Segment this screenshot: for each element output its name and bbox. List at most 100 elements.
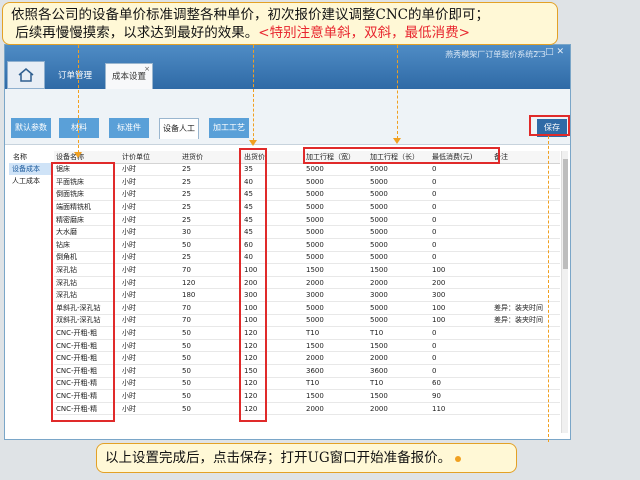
table-cell[interactable]: 5000 [368,225,430,240]
table-cell[interactable]: 5000 [368,188,430,202]
col-header-unit[interactable]: 计价单位 [120,151,180,164]
table-cell[interactable]: 50 [180,326,242,340]
table-cell[interactable]: 0 [430,163,492,177]
table-cell[interactable]: 0 [430,364,492,378]
close-tab-icon[interactable]: × [144,56,150,82]
table-row[interactable]: CNC-开粗-精 小时 50 120 T10 T10 60 [54,377,560,391]
table-row[interactable]: CNC-开粗-粗 小时 50 120 T10 T10 0 [54,326,560,340]
table-cell[interactable]: 50 [180,402,242,416]
table-cell[interactable]: 3000 [304,288,368,303]
table-cell[interactable]: 小时 [120,326,180,340]
table-cell[interactable]: 100 [430,314,492,328]
table-cell[interactable]: 25 [180,200,242,214]
table-row[interactable]: CNC-开粗-粗 小时 50 120 2000 2000 0 [54,351,560,365]
table-row[interactable]: CNC-开粗-精 小时 50 120 2000 2000 110 [54,402,560,416]
table-cell[interactable]: 5000 [368,314,430,328]
table-cell[interactable]: 300 [430,288,492,303]
table-cell[interactable]: 25 [180,213,242,227]
table-cell[interactable]: 200 [430,276,492,290]
table-cell[interactable] [492,377,560,391]
table-cell[interactable]: 1500 [368,263,430,277]
table-cell[interactable]: T10 [368,326,430,340]
table-cell[interactable] [492,188,560,202]
table-cell[interactable]: 120 [180,276,242,290]
table-cell[interactable]: 1500 [368,389,430,403]
table-row[interactable]: 深孔钻 小时 180 300 3000 3000 300 [54,288,560,303]
table-cell[interactable] [492,238,560,252]
table-cell[interactable]: 5000 [304,238,368,252]
table-cell[interactable] [492,263,560,277]
table-row[interactable]: 精密磨床 小时 25 45 5000 5000 0 [54,213,560,227]
table-cell[interactable]: 50 [180,351,242,365]
table-cell[interactable] [492,225,560,240]
table-row[interactable]: 双斜孔-深孔钻 小时 70 100 5000 5000 100 差异：装夹时间 [54,314,560,328]
table-cell[interactable]: 小时 [120,225,180,240]
table-cell[interactable]: 180 [180,288,242,303]
table-cell[interactable]: 60 [430,377,492,391]
table-cell[interactable]: 小时 [120,389,180,403]
table-cell[interactable]: 5000 [368,251,430,265]
table-cell[interactable] [492,276,560,290]
table-row[interactable]: CNC-开粗-粗 小时 50 150 3600 3600 0 [54,364,560,378]
table-cell[interactable]: 0 [430,251,492,265]
table-cell[interactable]: 5000 [368,175,430,189]
table-cell[interactable]: 70 [180,263,242,277]
table-cell[interactable]: 小时 [120,251,180,265]
table-cell[interactable]: 小时 [120,314,180,328]
table-cell[interactable]: 2000 [368,402,430,416]
table-cell[interactable]: 50 [180,377,242,391]
table-cell[interactable]: 50 [180,238,242,252]
table-cell[interactable]: 2000 [368,351,430,365]
tab-materials[interactable]: 材料 [59,118,99,138]
table-row[interactable]: 锯床 小时 25 35 5000 5000 0 [54,163,560,177]
scrollbar-thumb[interactable] [563,159,568,269]
table-cell[interactable]: 小时 [120,175,180,189]
table-cell[interactable]: 5000 [368,163,430,177]
table-row[interactable]: 倒面铣床 小时 25 45 5000 5000 0 [54,188,560,202]
table-row[interactable]: 倒角机 小时 25 40 5000 5000 0 [54,251,560,265]
table-cell[interactable]: 0 [430,339,492,353]
tab-default-params[interactable]: 默认参数 [11,118,51,138]
table-row[interactable]: 大水磨 小时 30 45 5000 5000 0 [54,225,560,240]
table-cell[interactable] [492,402,560,416]
table-cell[interactable]: 小时 [120,339,180,353]
table-cell[interactable]: 小时 [120,351,180,365]
table-cell[interactable]: 小时 [120,301,180,315]
tab-process[interactable]: 加工工艺 [209,118,249,138]
table-cell[interactable] [492,175,560,189]
table-cell[interactable]: 1500 [368,339,430,353]
tab-order-management[interactable]: 订单管理 [51,63,99,89]
table-cell[interactable]: 50 [180,339,242,353]
table-cell[interactable]: 70 [180,314,242,328]
table-cell[interactable]: T10 [368,377,430,391]
table-row[interactable]: 深孔钻 小时 120 200 2000 2000 200 [54,276,560,290]
table-cell[interactable]: 小时 [120,238,180,252]
table-cell[interactable]: 100 [430,301,492,315]
table-row[interactable]: 深孔钻 小时 70 100 1500 1500 100 [54,263,560,277]
table-cell[interactable]: 50 [180,389,242,403]
table-cell[interactable]: 0 [430,351,492,365]
table-cell[interactable]: 90 [430,389,492,403]
tab-equipment-labor[interactable]: 设备人工 [159,118,199,139]
table-cell[interactable]: 0 [430,225,492,240]
table-cell[interactable]: 0 [430,175,492,189]
table-cell[interactable]: 5000 [368,238,430,252]
table-cell[interactable]: 3600 [368,364,430,378]
table-cell[interactable]: 3600 [304,364,368,378]
table-cell[interactable]: 2000 [304,351,368,365]
tab-standard-parts[interactable]: 标准件 [109,118,149,138]
table-cell[interactable]: 30 [180,225,242,240]
list-item-labor-cost[interactable]: 人工成本 [9,175,53,187]
table-cell[interactable] [492,213,560,227]
table-cell[interactable]: 2000 [304,276,368,290]
table-cell[interactable]: 5000 [304,213,368,227]
table-cell[interactable]: 差异：装夹时间 [492,314,560,328]
table-cell[interactable]: 110 [430,402,492,416]
table-row[interactable]: 平面铣床 小时 25 40 5000 5000 0 [54,175,560,189]
table-cell[interactable]: 70 [180,301,242,315]
table-row[interactable]: 钻床 小时 50 60 5000 5000 0 [54,238,560,252]
table-cell[interactable] [492,351,560,365]
table-cell[interactable]: 0 [430,188,492,202]
table-cell[interactable]: 0 [430,238,492,252]
table-cell[interactable]: 差异：装夹时间 [492,301,560,315]
